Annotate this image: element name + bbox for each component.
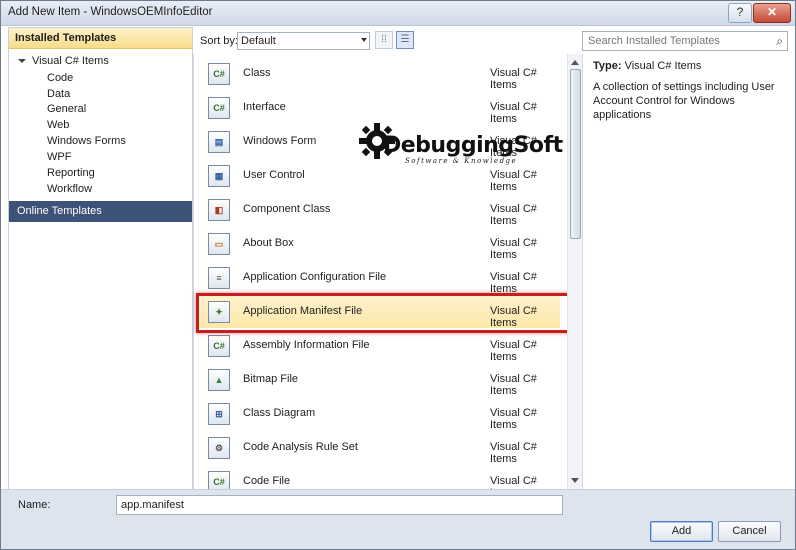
tree-item-wpf[interactable]: WPF <box>47 149 71 165</box>
type-value: Visual C# Items <box>624 60 702 72</box>
list-item-config-file[interactable]: ≡ Application Configuration File Visual … <box>198 260 560 295</box>
template-name: User Control <box>243 169 305 181</box>
config-file-icon: ≡ <box>208 267 230 289</box>
template-name: Class <box>243 67 271 79</box>
scroll-thumb[interactable] <box>570 69 581 239</box>
title-bar: Add New Item - WindowsOEMInfoEditor ? ✕ <box>1 1 795 26</box>
scroll-down-icon[interactable] <box>571 478 579 483</box>
chevron-down-icon <box>361 38 367 42</box>
bottom-bar: Name: app.manifest Add Cancel <box>1 489 795 549</box>
template-name: Windows Form <box>243 135 317 147</box>
sort-by-dropdown[interactable]: Default <box>237 32 370 50</box>
list-item-about-box[interactable]: ▭ About Box Visual C# Items <box>198 226 560 261</box>
template-type: Visual C# Items <box>490 475 537 489</box>
cancel-button[interactable]: Cancel <box>718 521 781 542</box>
templates-tree-panel: Installed Templates Visual C# Items Code… <box>8 27 193 491</box>
list-item-windows-form[interactable]: ▤ Windows Form Visual C# Items <box>198 124 560 159</box>
list-item-rule-set[interactable]: ⚙ Code Analysis Rule Set Visual C# Items <box>198 430 560 465</box>
code-file-icon: C# <box>208 471 230 489</box>
class-icon: C# <box>208 63 230 85</box>
class-diagram-icon: ⊞ <box>208 403 230 425</box>
about-box-icon: ▭ <box>208 233 230 255</box>
window-title: Add New Item - WindowsOEMInfoEditor <box>8 6 213 18</box>
template-type: Visual C# Items <box>490 169 537 193</box>
tree-root-label: Visual C# Items <box>32 55 109 67</box>
template-name: Interface <box>243 101 286 113</box>
template-name: Assembly Information File <box>243 339 370 351</box>
name-value: app.manifest <box>121 499 184 511</box>
sort-by-label: Sort by: <box>200 35 238 47</box>
tree-item-web[interactable]: Web <box>47 117 69 133</box>
template-name: Component Class <box>243 203 331 215</box>
description-type: Type: Visual C# Items <box>593 60 701 72</box>
template-type: Visual C# Items <box>490 101 537 125</box>
type-label: Type: <box>593 60 622 72</box>
template-name: Bitmap File <box>243 373 299 385</box>
user-control-icon: ▦ <box>208 165 230 187</box>
assembly-info-icon: C# <box>208 335 230 357</box>
template-name: Application Configuration File <box>243 271 387 283</box>
search-input[interactable]: Search Installed Templates ⌕ <box>582 31 788 51</box>
tree-item-data[interactable]: Data <box>47 86 70 102</box>
list-item-user-control[interactable]: ▦ User Control Visual C# Items <box>198 158 560 193</box>
add-button[interactable]: Add <box>650 521 713 542</box>
windows-form-icon: ▤ <box>208 131 230 153</box>
tree-item-general[interactable]: General <box>47 101 86 117</box>
template-type: Visual C# Items <box>490 339 537 363</box>
template-type: Visual C# Items <box>490 271 537 295</box>
list-item-class[interactable]: C# Class Visual C# Items <box>198 56 560 91</box>
list-item-code-file[interactable]: C# Code File Visual C# Items <box>198 464 560 489</box>
template-name: Code File <box>243 475 291 487</box>
help-button[interactable]: ? <box>728 3 752 23</box>
description-text: A collection of settings including User … <box>593 81 775 121</box>
list-item-bitmap-file[interactable]: ▲ Bitmap File Visual C# Items <box>198 362 560 397</box>
template-type: Visual C# Items <box>490 237 537 261</box>
template-type: Visual C# Items <box>490 441 537 465</box>
installed-templates-header[interactable]: Installed Templates <box>9 28 192 49</box>
list-item-interface[interactable]: C# Interface Visual C# Items <box>198 90 560 125</box>
tree-item-code[interactable]: Code <box>47 70 73 86</box>
small-icons-view-button[interactable]: ⁞⁞ <box>375 31 393 49</box>
rule-set-icon: ⚙ <box>208 437 230 459</box>
sort-by-value: Default <box>241 35 276 47</box>
list-view-button[interactable]: ☰ <box>396 31 414 49</box>
bitmap-file-icon: ▲ <box>208 369 230 391</box>
template-name: Class Diagram <box>243 407 316 419</box>
tree-root-visual-csharp-items[interactable]: Visual C# Items <box>18 55 109 67</box>
template-type: Visual C# Items <box>490 407 537 431</box>
list-item-class-diagram[interactable]: ⊞ Class Diagram Visual C# Items <box>198 396 560 431</box>
close-button[interactable]: ✕ <box>753 3 791 23</box>
component-class-icon: ◧ <box>208 199 230 221</box>
template-type: Visual C# Items <box>490 135 537 159</box>
add-new-item-dialog: Add New Item - WindowsOEMInfoEditor ? ✕ … <box>0 0 796 550</box>
tree-item-windows-forms[interactable]: Windows Forms <box>47 133 126 149</box>
list-item-component-class[interactable]: ◧ Component Class Visual C# Items <box>198 192 560 227</box>
scroll-up-icon[interactable] <box>571 60 579 65</box>
template-list: C# Class Visual C# Items C# Interface Vi… <box>193 54 583 489</box>
search-placeholder: Search Installed Templates <box>588 35 720 47</box>
online-templates-item[interactable]: Online Templates <box>9 201 192 222</box>
search-icon[interactable]: ⌕ <box>776 34 783 49</box>
template-name: About Box <box>243 237 294 249</box>
list-item-assembly-info[interactable]: C# Assembly Information File Visual C# I… <box>198 328 560 363</box>
selection-highlight-box <box>196 293 570 333</box>
name-field[interactable]: app.manifest <box>116 495 563 515</box>
interface-icon: C# <box>208 97 230 119</box>
template-name: Code Analysis Rule Set <box>243 441 358 453</box>
name-label: Name: <box>18 499 51 511</box>
template-type: Visual C# Items <box>490 203 537 227</box>
list-scrollbar[interactable] <box>567 54 582 489</box>
template-type: Visual C# Items <box>490 67 537 91</box>
tree-item-reporting[interactable]: Reporting <box>47 165 95 181</box>
tree-item-workflow[interactable]: Workflow <box>47 181 92 197</box>
template-type: Visual C# Items <box>490 373 537 397</box>
expand-arrow-icon[interactable] <box>18 59 26 64</box>
